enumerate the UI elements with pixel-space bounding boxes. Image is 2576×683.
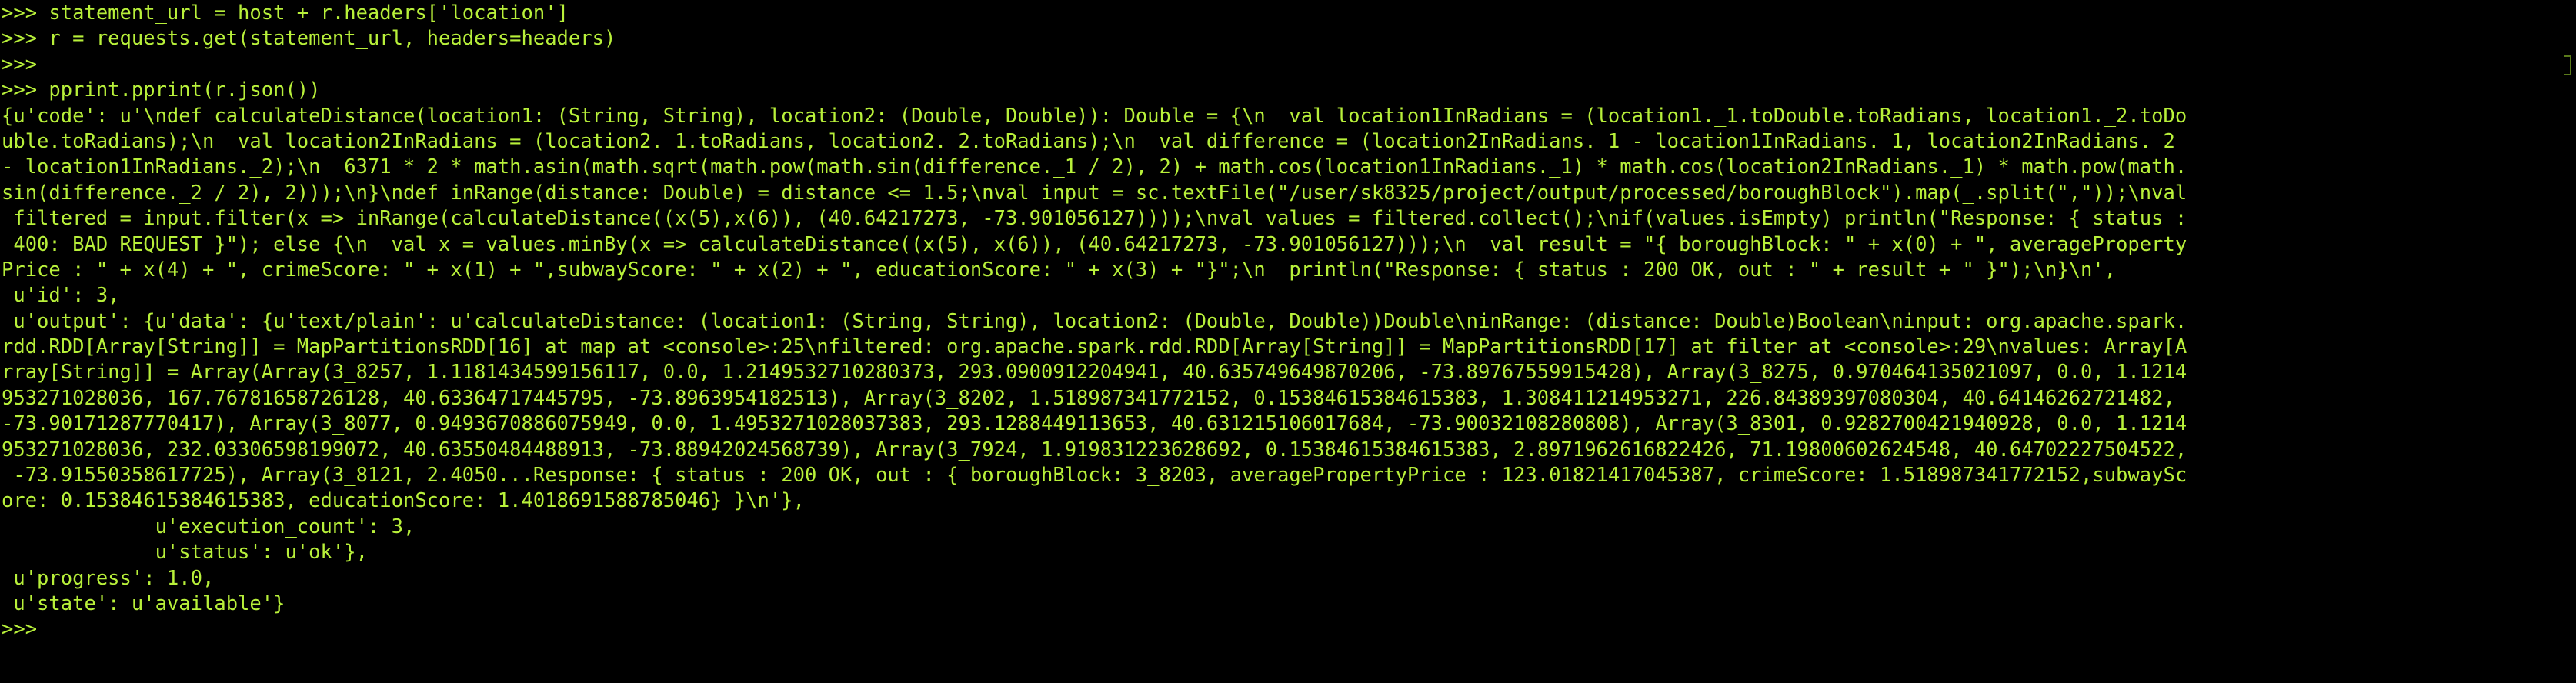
output-line: rdd.RDD[Array[String]] = MapPartitionsRD… bbox=[2, 335, 2187, 359]
output-line: u'output': {u'data': {u'text/plain': u'c… bbox=[2, 309, 2187, 333]
output-line: Price : " + x(4) + ", crimeScore: " + x(… bbox=[2, 258, 2117, 282]
output-line: u'progress': 1.0, bbox=[2, 566, 215, 590]
terminal-window[interactable]: >>> statement_url = host + r.headers['lo… bbox=[0, 0, 2576, 683]
output-line: ore: 0.15384615384615383, educationScore… bbox=[2, 489, 805, 513]
output-line: u'status': u'ok'}, bbox=[2, 541, 368, 565]
prompt-line[interactable]: >>> bbox=[2, 617, 2571, 642]
output-line: 953271028036, 232.03306598199072, 40.635… bbox=[2, 438, 2187, 461]
prompt-line: >>> pprint.pprint(r.json()) bbox=[2, 78, 321, 102]
output-line: rray[String]] = Array(Array(3_8257, 1.11… bbox=[2, 361, 2187, 385]
prompt-line: >>> r = requests.get(statement_url, head… bbox=[2, 27, 616, 51]
output-line: filtered = input.filter(x => inRange(cal… bbox=[2, 207, 2187, 231]
output-line: sin(difference._2 / 2), 2)));\n}\ndef in… bbox=[2, 181, 2187, 205]
output-line: -73.91550358617725), Array(3_8121, 2.405… bbox=[2, 464, 2187, 488]
output-line: {u'code': u'\ndef calculateDistance(loca… bbox=[2, 104, 2187, 128]
output-line: u'id': 3, bbox=[2, 284, 120, 308]
output-line: u'execution_count': 3, bbox=[2, 515, 415, 538]
prompt-line: >>> bbox=[2, 52, 38, 76]
output-line: -73.90171287770417), Array(3_8077, 0.949… bbox=[2, 412, 2187, 436]
prompt-line: >>> statement_url = host + r.headers['lo… bbox=[2, 2, 569, 25]
output-line: 953271028036, 167.76781658726128, 40.633… bbox=[2, 386, 2175, 410]
output-line: u'state': u'available'} bbox=[2, 591, 285, 615]
scroll-bracket-icon bbox=[2564, 55, 2571, 75]
terminal-output: >>> statement_url = host + r.headers['lo… bbox=[2, 1, 2571, 643]
output-line: - location1InRadians._2);\n 6371 * 2 * m… bbox=[2, 155, 2187, 179]
output-line: 400: BAD REQUEST }"); else {\n val x = v… bbox=[2, 232, 2187, 256]
output-line: uble.toRadians);\n val location2InRadian… bbox=[2, 129, 2175, 153]
